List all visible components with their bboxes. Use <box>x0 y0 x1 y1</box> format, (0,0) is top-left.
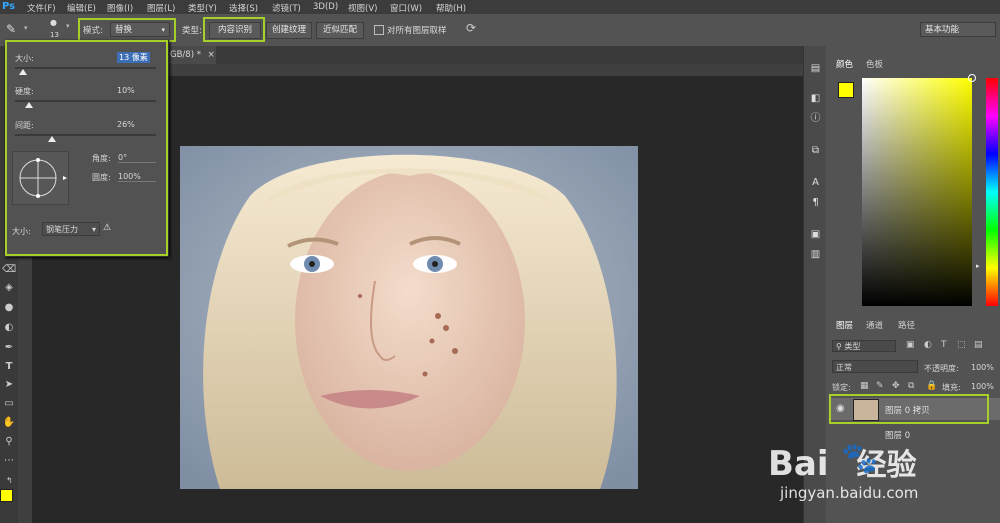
brush-dot-icon: ● <box>50 18 57 27</box>
menu-layer[interactable]: 图层(L) <box>147 2 175 14</box>
menu-filter[interactable]: 滤镜(T) <box>272 2 301 14</box>
clone-source-icon[interactable]: ⧉ <box>809 144 822 157</box>
blur-tool-icon[interactable]: ● <box>2 301 16 315</box>
workspace-select[interactable]: 基本功能 <box>920 22 996 37</box>
pressure-override-icon[interactable]: ⟳ <box>466 21 476 35</box>
sample-all-checkbox[interactable] <box>374 25 384 35</box>
menu-help[interactable]: 帮助(H) <box>436 2 466 14</box>
lock-all-icon[interactable]: 🔒 <box>926 381 937 391</box>
foreground-color[interactable] <box>838 82 854 98</box>
swap-colors-icon[interactable]: ↰ <box>6 476 13 485</box>
info-icon[interactable]: ⓘ <box>809 112 822 125</box>
watermark-url: jingyan.baidu.com <box>780 484 919 502</box>
lock-transparent-icon[interactable]: ▦ <box>860 381 869 391</box>
character-icon[interactable]: A <box>809 176 822 189</box>
paragraph-icon[interactable]: ¶ <box>809 196 822 209</box>
opacity-value[interactable]: 100% <box>971 363 994 372</box>
content-aware-highlight <box>203 17 265 42</box>
history-icon[interactable]: ▤ <box>809 62 822 75</box>
patch-tool-icon[interactable]: ✎ <box>6 22 16 36</box>
lock-move-icon[interactable]: ✥ <box>892 381 900 391</box>
filter-pixel-icon[interactable]: ▣ <box>906 340 915 350</box>
proximity-match-button[interactable]: 近似匹配 <box>316 22 364 39</box>
lock-artboard-icon[interactable]: ⧉ <box>908 381 914 391</box>
filter-type-icon[interactable]: T <box>941 340 947 350</box>
dropdown-arrow-icon[interactable]: ▾ <box>24 24 28 32</box>
blend-mode-value: 正常 <box>836 363 852 372</box>
menu-edit[interactable]: 编辑(E) <box>67 2 96 14</box>
document-tab[interactable]: GB/8) * × <box>166 46 216 64</box>
layer-highlight <box>829 394 989 424</box>
paint-bucket-tool-icon[interactable]: ◈ <box>2 281 16 295</box>
rectangle-tool-icon[interactable]: ▭ <box>2 397 16 411</box>
workspace-value: 基本功能 <box>925 25 960 35</box>
blend-mode-select[interactable]: 正常 <box>832 360 918 373</box>
app-logo: Ps <box>2 1 16 12</box>
menu-bar: Ps 文件(F) 编辑(E) 图像(I) 图层(L) 类型(Y) 选择(S) 滤… <box>0 0 1000 14</box>
brush-size-small[interactable]: 13 <box>50 31 59 39</box>
filter-shape-icon[interactable]: ⬚ <box>957 340 966 350</box>
hand-tool-icon[interactable]: ✋ <box>2 416 16 430</box>
tab-layers[interactable]: 图层 <box>836 319 853 331</box>
type-label: 类型: <box>182 26 202 36</box>
create-texture-button[interactable]: 创建纹理 <box>266 22 312 39</box>
eraser-tool-icon[interactable]: ⌫ <box>2 263 16 277</box>
foreground-color-swatch[interactable] <box>0 489 13 502</box>
layer-filter-select[interactable]: ⚲ 类型 <box>832 340 896 352</box>
mode-highlight <box>78 18 176 42</box>
pen-tool-icon[interactable]: ✒ <box>2 341 16 355</box>
menu-image[interactable]: 图像(I) <box>107 2 133 14</box>
properties-icon[interactable]: ◧ <box>809 92 822 105</box>
paw-logo-icon: 🐾 <box>841 441 879 476</box>
brush-picker-arrow-icon[interactable]: ▾ <box>66 22 70 30</box>
tab-color[interactable]: 颜色 <box>836 58 853 70</box>
document-tab-bar <box>166 46 826 64</box>
layer-filter-value: 类型 <box>844 342 861 351</box>
color-picker-field[interactable] <box>862 78 972 306</box>
watermark-brand: Bai <box>768 444 829 484</box>
horizontal-ruler <box>166 64 826 76</box>
tab-channels[interactable]: 通道 <box>866 319 883 331</box>
color-picker-cursor[interactable] <box>968 74 976 82</box>
layer-comps-icon[interactable]: ▣ <box>809 228 822 241</box>
dodge-tool-icon[interactable]: ◐ <box>2 321 16 335</box>
sample-all-label: 对所有图层取样 <box>387 26 447 36</box>
filter-adjust-icon[interactable]: ◐ <box>924 340 932 350</box>
tab-swatches[interactable]: 色板 <box>866 58 883 70</box>
hue-slider[interactable] <box>986 78 998 306</box>
fill-value[interactable]: 100% <box>971 382 994 391</box>
menu-type[interactable]: 类型(Y) <box>188 2 217 14</box>
more-tools-icon[interactable]: ⋯ <box>2 454 16 468</box>
lock-brush-icon[interactable]: ✎ <box>876 381 884 391</box>
notes-icon[interactable]: ▥ <box>809 248 822 261</box>
lock-label: 锁定: <box>832 383 851 392</box>
canvas-image[interactable] <box>180 146 638 489</box>
menu-window[interactable]: 窗口(W) <box>390 2 422 14</box>
portrait-photo <box>180 146 638 489</box>
menu-3d[interactable]: 3D(D) <box>313 2 338 12</box>
menu-view[interactable]: 视图(V) <box>348 2 377 14</box>
type-tool-icon[interactable]: T <box>2 360 16 374</box>
menu-select[interactable]: 选择(S) <box>229 2 258 14</box>
opacity-label: 不透明度: <box>924 364 959 373</box>
path-selection-tool-icon[interactable]: ➤ <box>2 378 16 392</box>
fill-label: 填充: <box>942 383 961 392</box>
brush-panel-highlight <box>5 40 168 256</box>
document-tab-title: GB/8) * <box>170 50 201 60</box>
hue-slider-thumb[interactable]: ▸ <box>976 262 980 270</box>
zoom-tool-icon[interactable]: ⚲ <box>2 435 16 449</box>
tab-paths[interactable]: 路径 <box>898 319 915 331</box>
filter-smart-icon[interactable]: ▤ <box>974 340 983 350</box>
menu-file[interactable]: 文件(F) <box>27 2 56 14</box>
close-icon[interactable]: × <box>208 50 215 60</box>
